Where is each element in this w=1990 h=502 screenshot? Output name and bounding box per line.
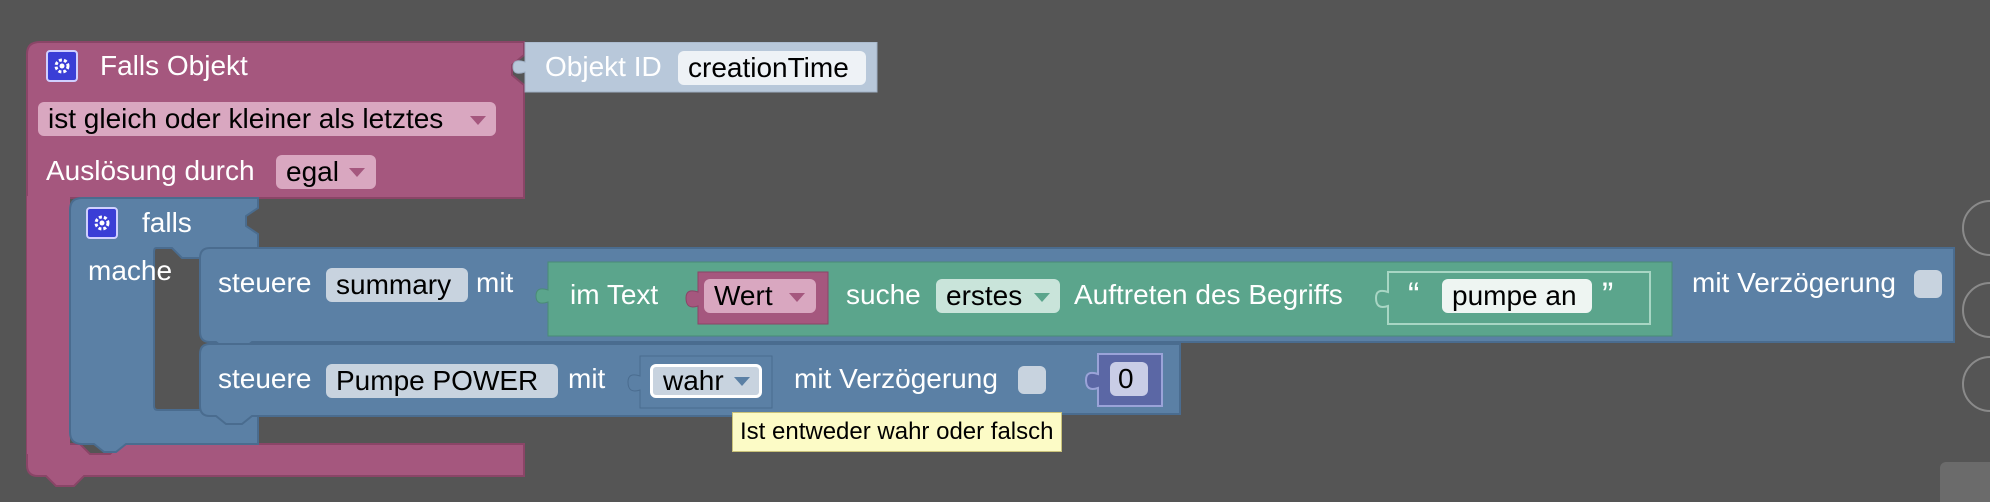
number-value: 0 — [1118, 363, 1134, 394]
tooltip-text: Ist entweder wahr oder falsch — [740, 418, 1054, 445]
trash-icon[interactable] — [1940, 462, 1990, 502]
tooltip: Ist entweder wahr oder falsch — [732, 412, 1062, 452]
number-field[interactable]: 0 — [1110, 362, 1148, 396]
